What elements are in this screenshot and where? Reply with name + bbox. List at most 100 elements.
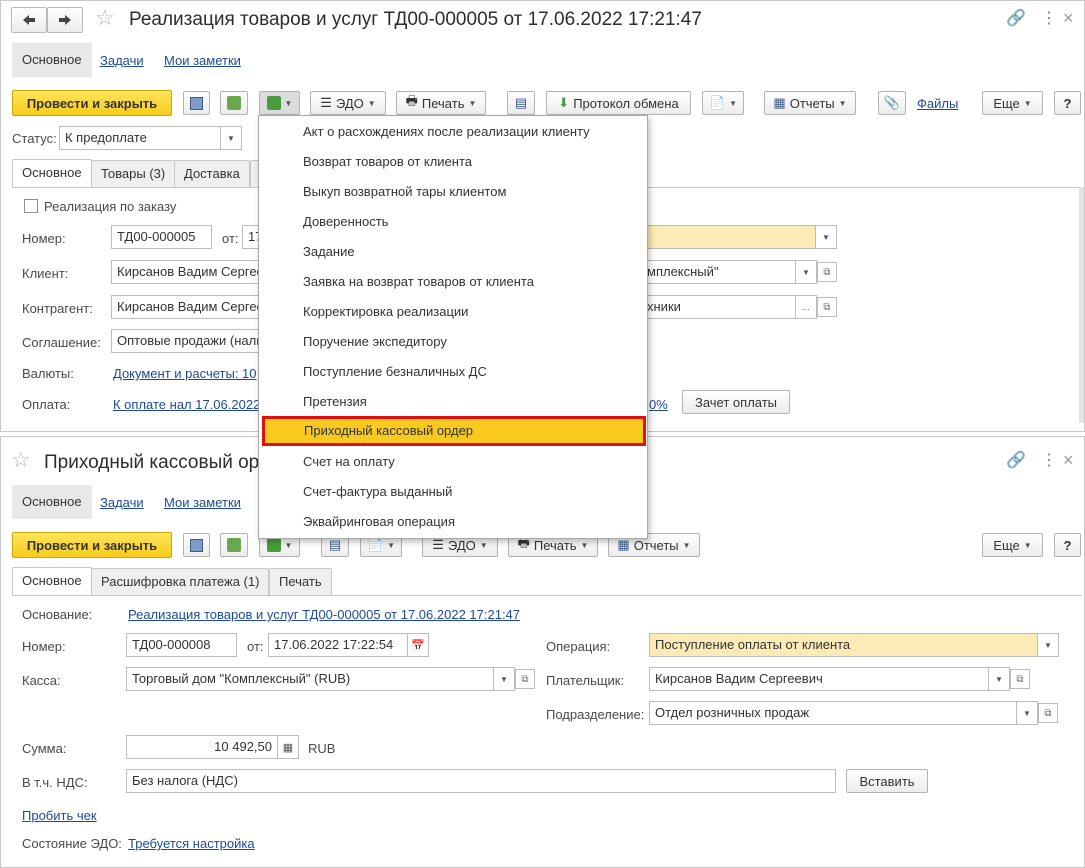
payment-link[interactable]: К оплате нал 17.06.2022 (113, 397, 260, 412)
post-and-close-button[interactable]: Провести и закрыть (12, 90, 172, 116)
menu-item[interactable]: Корректировка реализации (259, 297, 647, 327)
files-link[interactable]: Файлы (917, 96, 958, 111)
menu-item[interactable]: Акт о расхождениях после реализации клие… (259, 117, 647, 147)
tab-tasks[interactable]: Задачи (100, 495, 144, 510)
menu-item[interactable]: Счет на оплату (259, 447, 647, 477)
print-button[interactable]: 🖶 Печать ▼ (396, 91, 486, 115)
tab-main-form[interactable]: Основное (12, 567, 92, 595)
client-field[interactable]: Кирсанов Вадим Сергеев (111, 260, 262, 284)
scrollbar[interactable] (1079, 187, 1084, 423)
open-cash-icon[interactable]: ⧉ (515, 669, 535, 689)
tab-main-form[interactable]: Основное (12, 159, 92, 187)
save-button[interactable] (183, 533, 210, 557)
insert-button[interactable]: Вставить (846, 769, 928, 793)
menu-item-selected[interactable]: Приходный кассовый ордер (262, 416, 646, 446)
org-dropdown-top[interactable]: ▼ (795, 260, 817, 284)
print-check-link[interactable]: Пробить чек (22, 808, 97, 823)
favorite-star-icon[interactable]: ☆ (95, 7, 115, 29)
save-button[interactable] (183, 91, 210, 115)
operation-dropdown[interactable]: ▼ (1037, 633, 1059, 657)
vat-field[interactable]: Без налога (НДС) (126, 769, 836, 793)
favorite-star-icon[interactable]: ☆ (11, 449, 31, 471)
contractor-field[interactable]: Кирсанов Вадим Сергеев (111, 295, 262, 319)
tab-main[interactable]: Основное (12, 43, 92, 77)
menu-item[interactable]: Выкуп возвратной тары клиентом (259, 177, 647, 207)
attach-report-button[interactable]: 📄 ▼ (702, 91, 744, 115)
calendar-button[interactable]: 📅 (407, 633, 429, 657)
page-title: Реализация товаров и услуг ТД00-000005 о… (129, 9, 702, 30)
help-button[interactable]: ? (1054, 91, 1081, 115)
status-dropdown[interactable]: ▼ (220, 126, 242, 150)
tab-goods[interactable]: Товары (3) (91, 160, 176, 187)
by-order-checkbox[interactable] (24, 199, 38, 213)
link-icon[interactable]: 🔗 (1006, 11, 1026, 27)
agreement-field[interactable]: Оптовые продажи (нали (111, 329, 262, 353)
list-button[interactable]: ▤ (507, 91, 535, 115)
tab-notes[interactable]: Мои заметки (164, 495, 241, 510)
open-payer-icon[interactable]: ⧉ (1010, 669, 1030, 689)
payer-field[interactable]: Кирсанов Вадим Сергеевич (649, 667, 989, 691)
caret-down-icon: ▼ (682, 540, 691, 550)
open-org-icon[interactable]: ⧉ (817, 262, 837, 282)
division-field[interactable]: Отдел розничных продаж (649, 701, 1017, 725)
edo-button[interactable]: ☰ ЭДО ▼ (310, 91, 386, 115)
warehouse-select-top[interactable]: … (795, 295, 817, 319)
number-field[interactable]: ТД00-000008 (126, 633, 237, 657)
post-button[interactable] (220, 91, 248, 115)
tab-print[interactable]: Печать (269, 568, 332, 595)
create-based-on-button[interactable]: ▼ (259, 91, 300, 115)
open-warehouse-icon[interactable]: ⧉ (817, 297, 837, 317)
division-dropdown[interactable]: ▼ (1016, 701, 1038, 725)
menu-item[interactable]: Счет-фактура выданный (259, 477, 647, 507)
more-vertical-icon[interactable]: ⋮ (1041, 11, 1057, 27)
menu-item[interactable]: Доверенность (259, 207, 647, 237)
reports-button[interactable]: ▦ Отчеты ▼ (764, 91, 856, 115)
warehouse-field-top[interactable]: хники (641, 295, 796, 319)
basis-link[interactable]: Реализация товаров и услуг ТД00-000005 о… (128, 607, 520, 622)
menu-item[interactable]: Заявка на возврат товаров от клиента (259, 267, 647, 297)
currency-link[interactable]: Документ и расчеты: 10 (113, 366, 257, 381)
tab-notes[interactable]: Мои заметки (164, 53, 241, 68)
tab-delivery[interactable]: Доставка (174, 160, 250, 187)
forward-button[interactable] (47, 7, 83, 33)
close-icon[interactable]: × (1063, 451, 1074, 469)
more-button[interactable]: Еще ▼ (982, 533, 1043, 557)
menu-item[interactable]: Поступление безналичных ДС (259, 357, 647, 387)
cash-dropdown[interactable]: ▼ (493, 667, 515, 691)
status-field[interactable]: К предоплате (59, 126, 221, 150)
operation-field-top[interactable] (641, 225, 816, 249)
protocol-button[interactable]: ⬇ Протокол обмена (546, 91, 691, 115)
post-button[interactable] (220, 533, 248, 557)
operation-dropdown-top[interactable]: ▼ (815, 225, 837, 249)
open-division-icon[interactable]: ⧉ (1038, 703, 1058, 723)
menu-item[interactable]: Претензия (259, 387, 647, 417)
menu-item[interactable]: Возврат товаров от клиента (259, 147, 647, 177)
date-field[interactable]: 17.06.2022 17:22:54 (268, 633, 408, 657)
menu-item[interactable]: Задание (259, 237, 647, 267)
link-icon[interactable]: 🔗 (1006, 453, 1026, 469)
operation-field[interactable]: Поступление оплаты от клиента (649, 633, 1038, 657)
menu-item[interactable]: Поручение экспедитору (259, 327, 647, 357)
caret-down-icon: ▼ (387, 540, 396, 550)
caret-down-icon: ▼ (1023, 98, 1032, 108)
offset-payment-button[interactable]: Зачет оплаты (682, 390, 790, 414)
org-field-top[interactable]: мплексный" (641, 260, 796, 284)
menu-item[interactable]: Эквайринговая операция (259, 507, 647, 537)
more-button[interactable]: Еще ▼ (982, 91, 1043, 115)
tab-tasks[interactable]: Задачи (100, 53, 144, 68)
tab-main[interactable]: Основное (12, 485, 92, 519)
close-icon[interactable]: × (1063, 9, 1074, 27)
help-button[interactable]: ? (1054, 533, 1081, 557)
calculator-button[interactable]: ▦ (277, 735, 299, 759)
edo-state-link[interactable]: Требуется настройка (128, 836, 255, 851)
tab-payment-decoding[interactable]: Расшифровка платежа (1) (91, 568, 270, 595)
number-field[interactable]: ТД00-000005 (111, 225, 212, 249)
payment-percent-link[interactable]: 0% (649, 397, 668, 412)
back-button[interactable] (11, 7, 47, 33)
payer-dropdown[interactable]: ▼ (988, 667, 1010, 691)
cash-field[interactable]: Торговый дом "Комплексный" (RUB) (126, 667, 494, 691)
sum-field[interactable]: 10 492,50 (126, 735, 278, 759)
post-and-close-button[interactable]: Провести и закрыть (12, 532, 172, 558)
attach-button[interactable]: 📎 (878, 91, 906, 115)
more-vertical-icon[interactable]: ⋮ (1041, 453, 1057, 469)
